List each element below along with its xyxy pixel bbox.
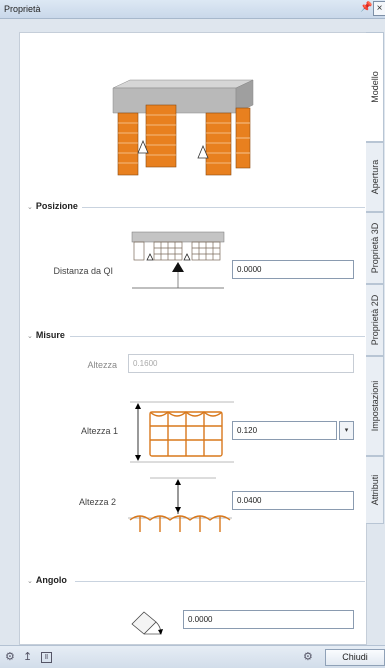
tab-modello-label: Modello bbox=[369, 71, 380, 103]
model-preview-image bbox=[112, 79, 254, 176]
tab-impostazioni-label: Impostazioni bbox=[369, 380, 380, 432]
close-button[interactable]: Chiudi bbox=[325, 649, 385, 666]
altezza1-diagram-image bbox=[130, 401, 234, 463]
tab-impostazioni[interactable]: Impostazioni bbox=[366, 356, 384, 456]
chevron-down-icon: ⌄ bbox=[27, 578, 33, 585]
section-misure-title: Misure bbox=[35, 330, 65, 340]
distanza-label: Distanza da QI bbox=[53, 266, 113, 276]
altezza1-dropdown-button[interactable]: ▾ bbox=[339, 421, 354, 440]
altezza1-select[interactable]: 0.120 bbox=[232, 421, 337, 440]
tab-proprieta-2d-label: Proprietà 2D bbox=[369, 294, 380, 346]
section-posizione-header[interactable]: ⌄ Posizione bbox=[27, 201, 78, 211]
altezza2-input[interactable]: 0.0400 bbox=[232, 491, 354, 510]
section-divider bbox=[75, 581, 365, 582]
altezza1-label: Altezza 1 bbox=[80, 426, 118, 436]
tab-apertura-label: Apertura bbox=[369, 159, 380, 195]
settings-gear-icon[interactable]: ⚙ bbox=[303, 651, 315, 663]
tab-proprieta-3d[interactable]: Proprietà 3D bbox=[366, 212, 384, 284]
tab-proprieta-2d[interactable]: Proprietà 2D bbox=[366, 284, 384, 356]
tab-apertura[interactable]: Apertura bbox=[366, 142, 384, 212]
tab-proprieta-3d-label: Proprietà 3D bbox=[369, 222, 380, 274]
load-favorite-icon[interactable]: ⚙ bbox=[5, 651, 17, 663]
section-angolo-header[interactable]: ⌄ Angolo bbox=[27, 575, 67, 585]
window-title: Proprietà bbox=[4, 4, 41, 14]
close-icon[interactable]: × bbox=[373, 1, 385, 16]
section-misure-header[interactable]: ⌄ Misure bbox=[27, 330, 65, 340]
altezza2-label: Altezza 2 bbox=[78, 497, 116, 507]
section-divider bbox=[82, 207, 365, 208]
altezza-input[interactable]: 0.1600 bbox=[128, 354, 354, 373]
chevron-down-icon: ⌄ bbox=[27, 333, 33, 340]
tab-attributi[interactable]: Attributi bbox=[366, 456, 384, 524]
title-bar: Proprietà 📌 × bbox=[0, 0, 385, 19]
distanza-input[interactable]: 0.0000 bbox=[232, 260, 354, 279]
tab-modello[interactable]: Modello bbox=[366, 32, 384, 142]
tab-attributi-label: Attributi bbox=[369, 474, 380, 506]
pin-icon[interactable]: 📌 bbox=[360, 2, 372, 13]
distanza-diagram-image bbox=[131, 231, 225, 289]
section-angolo-title: Angolo bbox=[35, 575, 67, 585]
section-posizione-title: Posizione bbox=[35, 201, 78, 211]
save-favorite-icon[interactable]: ↥ bbox=[23, 651, 35, 663]
altezza2-diagram-image bbox=[128, 477, 232, 532]
altezza-label: Altezza bbox=[87, 360, 117, 370]
section-divider bbox=[70, 336, 365, 337]
angolo-diagram-image bbox=[131, 611, 163, 635]
bottom-toolbar: ⚙ ↥ Ⅱ ⚙ Chiudi bbox=[0, 645, 385, 668]
angolo-input[interactable]: 0.0000 bbox=[183, 610, 354, 629]
library-icon[interactable]: Ⅱ bbox=[41, 652, 52, 663]
chevron-down-icon: ⌄ bbox=[27, 204, 33, 211]
